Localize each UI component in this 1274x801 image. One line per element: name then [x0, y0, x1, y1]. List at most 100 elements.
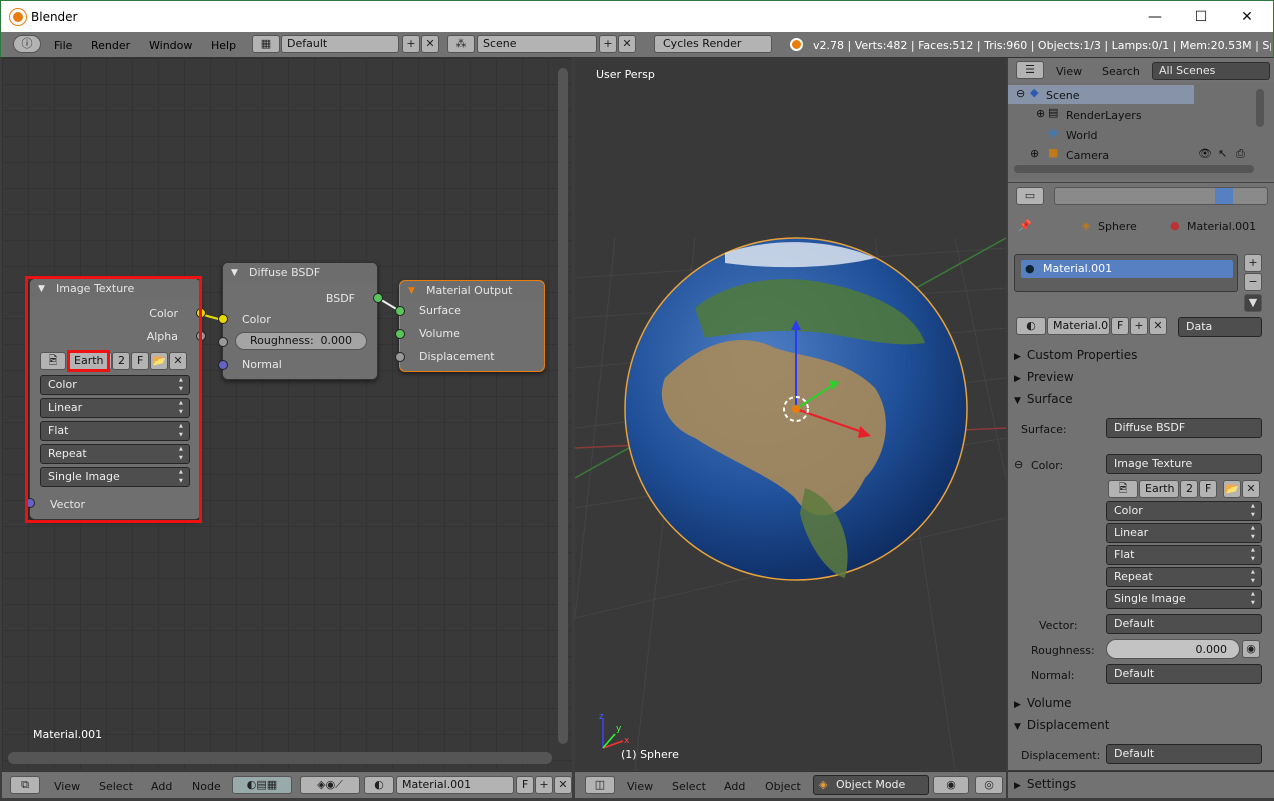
color-collapse-icon[interactable]: ⊖: [1014, 458, 1023, 471]
extension-dropdown[interactable]: Repeat: [40, 444, 190, 464]
roughness-socket[interactable]: [218, 337, 228, 347]
outliner-menu-view[interactable]: View: [1056, 65, 1082, 78]
node-editor[interactable]: ▼ Image Texture Color Alpha 🖻 Earth 2 F 📂…: [2, 58, 572, 770]
scene-icon[interactable]: ⁂: [447, 35, 475, 53]
close-button[interactable]: ✕: [1227, 5, 1267, 29]
open-image-icon[interactable]: 📂: [150, 352, 168, 370]
diffuse-bsdf-node[interactable]: ▼ Diffuse BSDF BSDF Color Roughness: 0.00…: [218, 262, 383, 380]
node-material-field[interactable]: Material.001: [396, 776, 514, 794]
material-output-header[interactable]: ▼ Material Output: [400, 281, 544, 301]
displacement-input-socket[interactable]: [395, 352, 405, 362]
panel-displacement[interactable]: Displacement: [1014, 718, 1110, 732]
menu-render[interactable]: Render: [91, 39, 130, 52]
normal-input-dropdown[interactable]: Default: [1106, 664, 1262, 684]
volume-input-socket[interactable]: [395, 329, 405, 339]
panel-volume[interactable]: Volume: [1014, 696, 1072, 710]
view-menu-object[interactable]: Object: [765, 780, 801, 793]
props-interpolation-dropdown[interactable]: Linear: [1106, 523, 1262, 543]
menu-window[interactable]: Window: [149, 39, 192, 52]
material-slot-row[interactable]: ● Material.001: [1021, 260, 1233, 278]
props-image-browse-icon[interactable]: 🖻: [1108, 480, 1138, 498]
panel-custom-properties[interactable]: Custom Properties: [1014, 348, 1137, 362]
displacement-input-dropdown[interactable]: Default: [1106, 744, 1262, 764]
node-material-fake-user[interactable]: F: [516, 776, 534, 794]
vector-input-socket[interactable]: [25, 498, 35, 508]
material-browse-icon[interactable]: ◐: [1016, 317, 1046, 335]
roughness-slider[interactable]: Roughness: 0.000: [235, 332, 367, 350]
properties-context-tabs[interactable]: [1054, 187, 1268, 205]
menu-help[interactable]: Help: [211, 39, 236, 52]
props-image-users[interactable]: 2: [1180, 480, 1198, 498]
image-browse-icon[interactable]: 🖻: [40, 352, 66, 370]
interpolation-dropdown[interactable]: Linear: [40, 398, 190, 418]
pivot-icon[interactable]: ◎: [975, 776, 1003, 794]
visibility-eye-icon[interactable]: 👁: [1198, 147, 1212, 160]
layout-field[interactable]: Default: [281, 35, 399, 53]
shader-object-icons[interactable]: ◈◉⟋: [300, 776, 360, 794]
scene-field[interactable]: Scene: [477, 35, 597, 53]
layout-icon[interactable]: ▦: [252, 35, 280, 53]
unlink-image-icon[interactable]: ✕: [169, 352, 187, 370]
node-unlink-material-icon[interactable]: ✕: [554, 776, 572, 794]
collapse-icon[interactable]: ⊖: [1016, 87, 1025, 100]
outliner-tree[interactable]: ⊖ ◆ Scene ⊕ ▤ RenderLayers ◉ World ⊕ ■ C…: [1008, 83, 1274, 179]
diffuse-header[interactable]: ▼ Diffuse BSDF: [223, 263, 377, 283]
slot-menu-icon[interactable]: ▼: [1244, 294, 1262, 312]
vector-input-dropdown[interactable]: Default: [1106, 614, 1262, 634]
node-menu-add[interactable]: Add: [151, 780, 172, 793]
expand-camera-icon[interactable]: ⊕: [1030, 147, 1039, 160]
new-material-icon[interactable]: +: [1130, 317, 1148, 335]
viewport-shading-icon[interactable]: ◉: [933, 776, 969, 794]
props-color-space-dropdown[interactable]: Color: [1106, 501, 1262, 521]
remove-layout-icon[interactable]: ✕: [421, 35, 439, 53]
remove-slot-icon[interactable]: −: [1244, 273, 1262, 291]
image-users-field[interactable]: 2: [112, 352, 130, 370]
panel-preview[interactable]: Preview: [1014, 370, 1074, 384]
properties-editor-type-icon[interactable]: ▭: [1016, 187, 1044, 205]
roughness-link-icon[interactable]: ◉: [1242, 640, 1260, 658]
surface-input-socket[interactable]: [395, 306, 405, 316]
alpha-output-socket[interactable]: [196, 331, 206, 341]
outliner-filter-dropdown[interactable]: All Scenes: [1152, 62, 1270, 80]
props-image-name[interactable]: Earth: [1139, 480, 1179, 498]
node-menu-select[interactable]: Select: [99, 780, 133, 793]
maximize-button[interactable]: ☐: [1181, 5, 1221, 29]
outliner-menu-search[interactable]: Search: [1102, 65, 1140, 78]
unlink-material-icon[interactable]: ✕: [1149, 317, 1167, 335]
object-mode-dropdown[interactable]: ◈ Object Mode: [813, 775, 929, 795]
viewport-editor-type-icon[interactable]: ◫: [585, 776, 615, 794]
projection-dropdown[interactable]: Flat: [40, 421, 190, 441]
3d-viewport[interactable]: User Persp z y x (1) Sphere: [575, 58, 1006, 770]
props-image-fake-user[interactable]: F: [1199, 480, 1217, 498]
info-editor-type-icon[interactable]: ⓘ: [13, 35, 41, 53]
panel-settings[interactable]: Settings: [1014, 777, 1076, 791]
panel-surface[interactable]: Surface: [1014, 392, 1073, 406]
image-name-field[interactable]: Earth: [68, 352, 112, 370]
outliner-scrollbar[interactable]: [1014, 165, 1254, 173]
view-menu-select[interactable]: Select: [672, 780, 706, 793]
props-projection-dropdown[interactable]: Flat: [1106, 545, 1262, 565]
props-unlink-image-icon[interactable]: ✕: [1242, 480, 1260, 498]
material-fake-user-button[interactable]: F: [1111, 317, 1129, 335]
node-new-material-icon[interactable]: +: [535, 776, 553, 794]
add-scene-icon[interactable]: +: [599, 35, 617, 53]
expand-icon[interactable]: ⊕: [1036, 107, 1045, 120]
select-arrow-icon[interactable]: ↖: [1218, 147, 1227, 160]
add-slot-icon[interactable]: +: [1244, 254, 1262, 272]
image-texture-header[interactable]: ▼ Image Texture: [30, 279, 200, 299]
minimize-button[interactable]: —: [1135, 5, 1175, 29]
shader-type-icons[interactable]: ◐▤▦: [232, 776, 292, 794]
material-output-node[interactable]: ▼ Material Output Surface Volume Displace…: [395, 280, 545, 372]
material-name-field[interactable]: Material.0: [1047, 317, 1110, 335]
add-layout-icon[interactable]: +: [402, 35, 420, 53]
normal-socket[interactable]: [218, 360, 228, 370]
props-open-image-icon[interactable]: 📂: [1223, 480, 1241, 498]
image-texture-node[interactable]: ▼ Image Texture Color Alpha 🖻 Earth 2 F 📂…: [25, 278, 206, 520]
props-roughness-slider[interactable]: 0.000: [1106, 639, 1240, 659]
render-camera-icon[interactable]: ⎙: [1236, 147, 1245, 161]
view-menu-add[interactable]: Add: [724, 780, 745, 793]
outliner-vscrollbar[interactable]: [1256, 89, 1264, 127]
remove-scene-icon[interactable]: ✕: [618, 35, 636, 53]
node-editor-type-icon[interactable]: ⧉: [10, 776, 40, 794]
bsdf-output-socket[interactable]: [373, 293, 383, 303]
